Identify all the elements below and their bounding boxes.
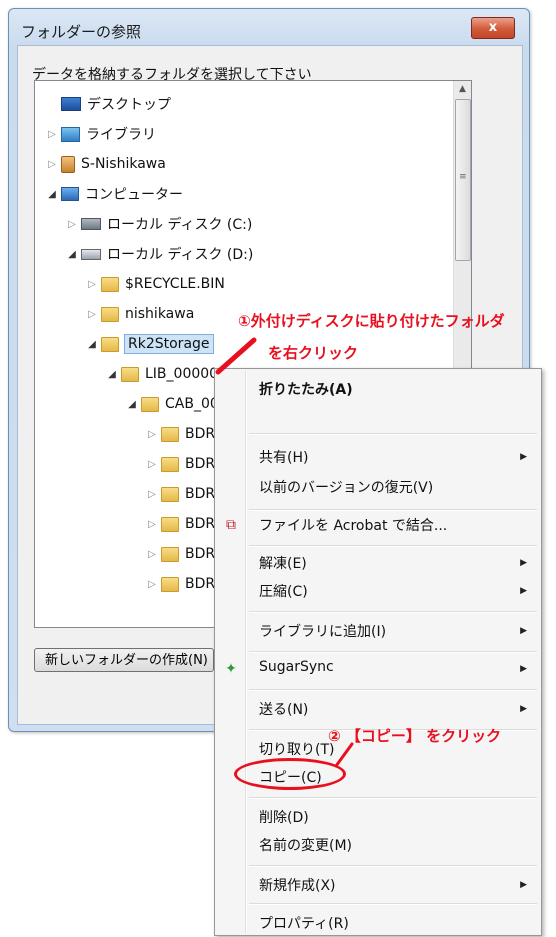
- scroll-up-icon[interactable]: ▲: [454, 81, 471, 98]
- menu-item-send-to[interactable]: 送る(N): [259, 699, 308, 719]
- desktop-icon: [61, 97, 81, 111]
- collapse-arrow-icon[interactable]: ◢: [125, 399, 139, 410]
- folder-icon: [161, 546, 179, 562]
- menu-item-properties[interactable]: プロパティ(R): [259, 913, 349, 933]
- sugarsync-icon: ✦: [225, 661, 237, 677]
- submenu-arrow-icon: ▶: [520, 586, 527, 596]
- menu-gutter: [245, 371, 247, 933]
- collapse-arrow-icon[interactable]: ◢: [45, 189, 59, 200]
- menu-item-delete[interactable]: 削除(D): [259, 807, 309, 827]
- menu-separator: [249, 865, 537, 867]
- menu-item-restore-versions[interactable]: 以前のバージョンの復元(V): [259, 477, 433, 497]
- close-icon: x: [488, 20, 498, 35]
- menu-separator: [249, 651, 537, 653]
- menu-item-collapse[interactable]: 折りたたみ(A): [259, 379, 353, 399]
- tree-item-lib[interactable]: ◢ LIB_00000: [105, 361, 218, 387]
- tree-item-user[interactable]: ▷ S-Nishikawa: [45, 151, 166, 177]
- tree-item-computer[interactable]: ◢ コンピューター: [45, 181, 183, 207]
- expand-arrow-icon[interactable]: ▷: [85, 309, 99, 320]
- submenu-arrow-icon: ▶: [520, 704, 527, 714]
- menu-separator: [249, 545, 537, 547]
- menu-item-new[interactable]: 新規作成(X): [259, 875, 336, 895]
- expand-arrow-icon[interactable]: ▷: [45, 159, 59, 170]
- folder-icon: [141, 396, 159, 412]
- tree-item-label: Rk2Storage: [124, 334, 214, 354]
- annotation-step1-line2: を右クリック: [268, 344, 359, 362]
- tree-item-label: ローカル ディスク (C:): [107, 217, 253, 233]
- tree-item-rk2storage[interactable]: ◢ Rk2Storage: [85, 331, 214, 357]
- expand-arrow-icon[interactable]: ▷: [145, 429, 159, 440]
- expand-arrow-icon[interactable]: ▷: [65, 219, 79, 230]
- context-menu: 折りたたみ(A) 共有(H) ▶ 以前のバージョンの復元(V) ⧉ ファイルを …: [214, 368, 542, 936]
- drive-c-icon: [81, 218, 101, 230]
- folder-icon: [161, 456, 179, 472]
- menu-separator: [249, 509, 537, 511]
- copy-highlight-ellipse: [234, 758, 346, 790]
- tree-item-label: ローカル ディスク (D:): [107, 247, 254, 263]
- submenu-arrow-icon: ▶: [520, 452, 527, 462]
- menu-item-acrobat-combine[interactable]: ファイルを Acrobat で結合...: [259, 515, 447, 535]
- tree-item-drive-c[interactable]: ▷ ローカル ディスク (C:): [65, 211, 252, 237]
- expand-arrow-icon[interactable]: ▷: [145, 579, 159, 590]
- expand-arrow-icon[interactable]: ▷: [85, 279, 99, 290]
- tree-item-cab[interactable]: ◢ CAB_000: [125, 391, 228, 417]
- computer-icon: [61, 187, 79, 201]
- folder-icon: [161, 426, 179, 442]
- collapse-arrow-icon[interactable]: ◢: [105, 369, 119, 380]
- tree-item-label: ライブラリ: [86, 127, 156, 143]
- tree-item-library[interactable]: ▷ ライブラリ: [45, 121, 156, 147]
- menu-item-rename[interactable]: 名前の変更(M): [259, 835, 352, 855]
- menu-item-share[interactable]: 共有(H): [259, 447, 308, 467]
- menu-separator: [249, 433, 537, 435]
- expand-arrow-icon[interactable]: ▷: [45, 129, 59, 140]
- tree-item-recycle-bin[interactable]: ▷ $RECYCLE.BIN: [85, 271, 225, 297]
- collapse-arrow-icon[interactable]: ◢: [85, 339, 99, 350]
- folder-icon: [101, 336, 119, 352]
- scroll-thumb[interactable]: ≡: [455, 99, 471, 261]
- submenu-arrow-icon: ▶: [520, 626, 527, 636]
- folder-icon: [101, 276, 119, 292]
- menu-separator: [249, 797, 537, 799]
- expand-arrow-icon[interactable]: ▷: [145, 549, 159, 560]
- annotation-step1-line1: ①外付けディスクに貼り付けたフォルダ: [238, 312, 505, 330]
- close-button[interactable]: x: [471, 17, 515, 39]
- menu-separator: [249, 689, 537, 691]
- submenu-arrow-icon: ▶: [520, 558, 527, 568]
- submenu-arrow-icon: ▶: [520, 664, 527, 674]
- folder-icon: [101, 306, 119, 322]
- new-folder-button[interactable]: 新しいフォルダーの作成(N): [34, 648, 214, 672]
- tree-item-label: デスクトップ: [87, 97, 171, 113]
- menu-separator: [249, 611, 537, 613]
- expand-arrow-icon[interactable]: ▷: [145, 519, 159, 530]
- collapse-arrow-icon[interactable]: ◢: [65, 249, 79, 260]
- tree-item-label: コンピューター: [85, 187, 183, 203]
- tree-item-label: nishikawa: [125, 306, 195, 322]
- tree-item-nishikawa[interactable]: ▷ nishikawa: [85, 301, 194, 327]
- submenu-arrow-icon: ▶: [520, 880, 527, 890]
- folder-icon: [161, 486, 179, 502]
- annotation-step2: ② 【コピー】 をクリック: [328, 727, 502, 745]
- acrobat-icon: ⧉: [226, 517, 236, 533]
- menu-separator: [249, 903, 537, 905]
- folder-icon: [161, 516, 179, 532]
- expand-arrow-icon[interactable]: ▷: [145, 489, 159, 500]
- drive-d-icon: [81, 248, 101, 260]
- tree-item-desktop[interactable]: デスクトップ: [45, 91, 171, 117]
- menu-item-add-to-library[interactable]: ライブラリに追加(I): [259, 621, 386, 641]
- menu-item-extract[interactable]: 解凍(E): [259, 553, 307, 573]
- folder-icon: [121, 366, 139, 382]
- tree-item-drive-d[interactable]: ◢ ローカル ディスク (D:): [65, 241, 253, 267]
- menu-item-cut[interactable]: 切り取り(T): [259, 739, 334, 759]
- menu-item-sugarsync[interactable]: SugarSync: [259, 659, 334, 675]
- tree-item-label: LIB_00000: [145, 366, 219, 382]
- tree-item-label: S-Nishikawa: [81, 156, 166, 172]
- library-icon: [61, 126, 80, 142]
- user-icon: [61, 155, 75, 173]
- menu-item-compress[interactable]: 圧縮(C): [259, 581, 308, 601]
- tree-item-label: $RECYCLE.BIN: [125, 276, 225, 292]
- dialog-title: フォルダーの参照: [21, 23, 142, 41]
- grip-icon: ≡: [459, 172, 467, 182]
- folder-icon: [161, 576, 179, 592]
- expand-arrow-icon[interactable]: ▷: [145, 459, 159, 470]
